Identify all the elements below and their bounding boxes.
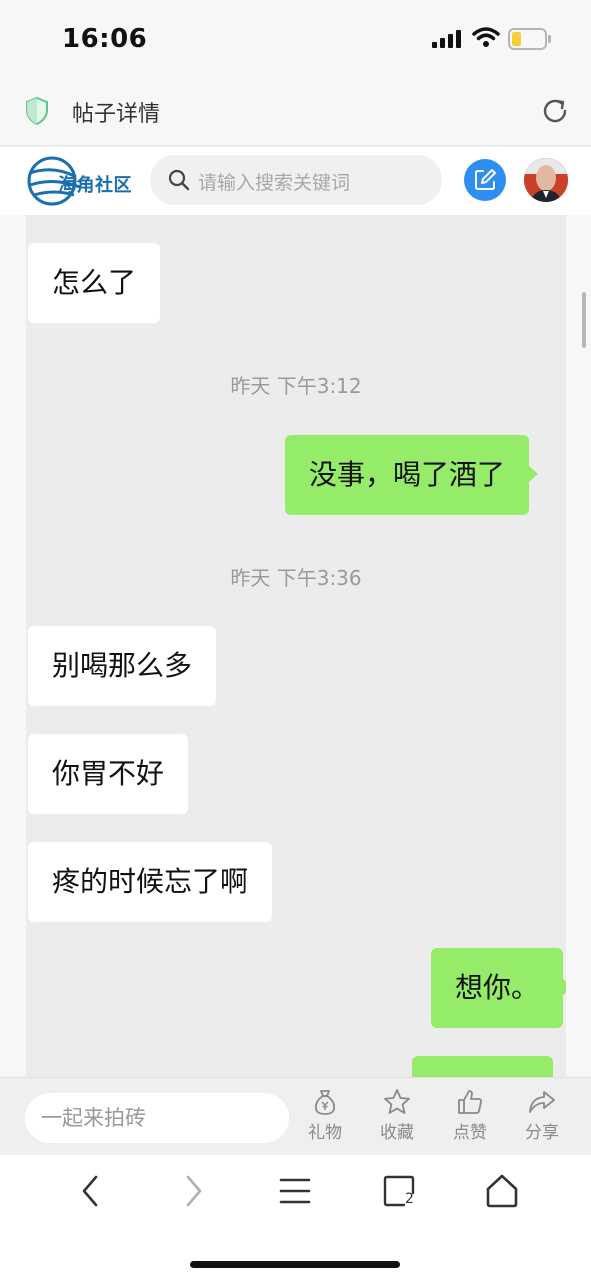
page-scrollbar[interactable] (582, 292, 586, 348)
logo-text: 海角社区 (58, 175, 132, 196)
user-avatar[interactable] (524, 158, 568, 202)
message-timestamp: 昨天 下午3:12 (230, 374, 362, 398)
message-bubble-sent (412, 1056, 553, 1077)
share-label: 分享 (525, 1123, 559, 1143)
site-header: 海角社区 请输入搜索关键词 (0, 147, 591, 215)
message-bubble-received: 疼的时候忘了啊 (28, 842, 273, 922)
money-bag-icon (314, 1090, 336, 1115)
gift-label: 礼物 (308, 1123, 342, 1143)
back-arrow-icon (82, 1175, 98, 1207)
hamburger-menu-icon (279, 1178, 311, 1204)
cellular-signal-icon (432, 30, 464, 52)
share-icon (529, 1091, 555, 1113)
site-logo[interactable]: 海角社区 (24, 155, 140, 207)
like-label: 点赞 (453, 1123, 487, 1143)
edit-icon (475, 169, 496, 190)
wifi-icon (472, 26, 500, 52)
search-placeholder: 请输入搜索关键词 (198, 172, 351, 194)
home-icon (486, 1174, 518, 1208)
status-bar: 16:06 (0, 0, 591, 76)
post-action-bar: 一起来拍砖 礼物 收藏 点赞 分享 (0, 1077, 591, 1155)
search-input[interactable]: 请输入搜索关键词 (150, 155, 442, 205)
avatar-image (524, 158, 568, 202)
favorite-button[interactable]: 收藏 (367, 1088, 427, 1143)
home-button[interactable] (485, 1173, 519, 1213)
home-indicator[interactable] (190, 1261, 400, 1268)
favorite-label: 收藏 (380, 1123, 414, 1143)
forward-button[interactable] (178, 1173, 208, 1213)
comment-input[interactable]: 一起来拍砖 (25, 1093, 289, 1143)
status-time: 16:06 (62, 24, 148, 54)
shield-icon (24, 96, 50, 130)
menu-button[interactable] (279, 1173, 311, 1213)
tab-count: 2 (405, 1191, 414, 1207)
star-icon (384, 1089, 410, 1114)
browser-nav-bar: 2 (0, 1155, 591, 1280)
forward-arrow-icon (186, 1175, 202, 1207)
like-button[interactable]: 点赞 (440, 1088, 500, 1143)
search-icon (168, 169, 190, 195)
message-timestamp: 昨天 下午3:36 (230, 566, 362, 590)
message-bubble-sent: 想你。 (431, 948, 566, 1028)
message-bubble-received: 别喝那么多 (28, 626, 217, 706)
battery-icon (508, 28, 552, 54)
message-bubble-sent: 没事，喝了酒了 (285, 435, 539, 515)
browser-title-bar: 帖子详情 (0, 76, 591, 146)
gift-button[interactable]: 礼物 (295, 1088, 355, 1143)
message-bubble-received: 怎么了 (28, 243, 161, 323)
edit-post-button[interactable] (464, 159, 506, 201)
message-bubble-received: 你胃不好 (28, 734, 189, 814)
share-button[interactable]: 分享 (512, 1088, 572, 1143)
chat-screenshot: 怎么了 昨天 下午3:12 没事，喝了酒了 昨天 下午3:36 别喝那么多 你胃… (26, 215, 566, 1077)
back-button[interactable] (76, 1173, 106, 1213)
thumbs-up-icon (458, 1090, 482, 1114)
refresh-icon[interactable] (540, 96, 570, 130)
page-title: 帖子详情 (72, 102, 161, 127)
